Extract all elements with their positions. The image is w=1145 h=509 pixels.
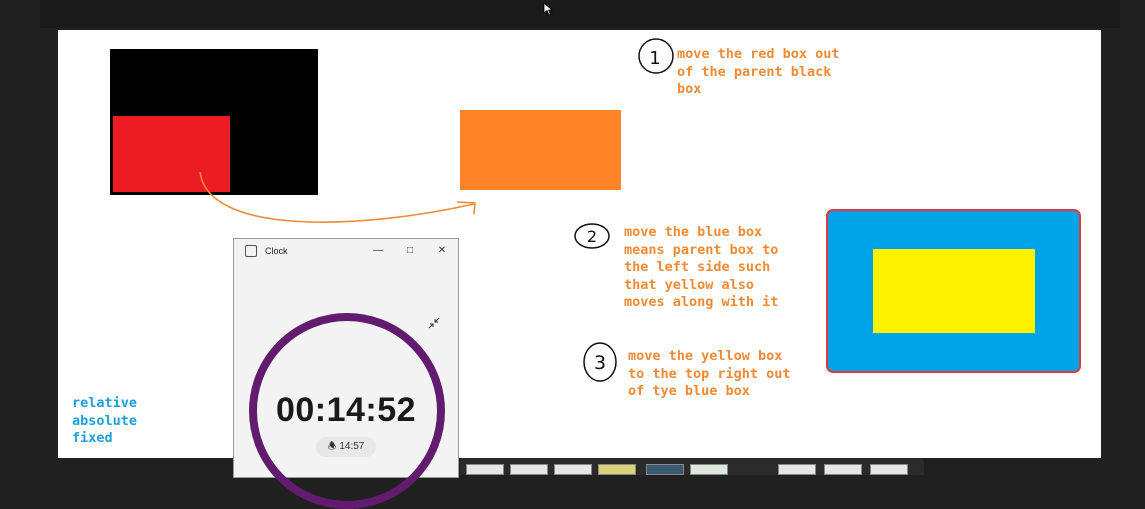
taskbar-thumbnails[interactable] <box>460 458 924 475</box>
taskbar-thumbnail[interactable] <box>598 464 636 475</box>
circle-1-number: 1 <box>649 48 660 69</box>
minimize-icon[interactable]: — <box>369 243 387 259</box>
concept-relative: relative <box>72 395 138 411</box>
clock-window[interactable]: Clock — □ ✕ 00:14:52 🕭 14:57 <box>233 238 459 509</box>
clock-titlebar[interactable]: Clock — □ ✕ <box>234 239 458 263</box>
bell-icon: 🕭 <box>327 441 337 452</box>
close-icon[interactable]: ✕ <box>433 243 451 259</box>
alarm-badge[interactable]: 🕭 14:57 <box>316 437 376 457</box>
stopwatch-time: 00:14:52 <box>275 391 417 429</box>
taskbar-thumbnail[interactable] <box>510 464 548 475</box>
note-1-text: move the red box out of the parent black… <box>677 46 840 97</box>
taskbar-thumbnail[interactable] <box>824 464 862 475</box>
annotations-layer: 1 2 3 <box>199 38 674 382</box>
concept-absolute: absolute <box>72 412 138 429</box>
move-arrow <box>199 171 475 223</box>
collapse-arrows-icon[interactable] <box>428 317 440 329</box>
circle-3-number: 3 <box>594 352 606 374</box>
window-top-strip <box>40 0 1120 28</box>
circle-2-number: 2 <box>587 227 597 246</box>
taskbar-thumbnail[interactable] <box>778 464 816 475</box>
note-3-text: move the yellow box to the top right out… <box>628 348 791 399</box>
note-2-text: move the blue box means parent box to th… <box>624 224 779 310</box>
mouse-cursor-icon <box>543 2 554 16</box>
taskbar-thumbnail[interactable] <box>690 464 728 475</box>
clock-app-icon <box>245 245 257 257</box>
taskbar-thumbnail[interactable] <box>646 464 684 475</box>
position-concepts-list: relative absolute fixed <box>72 395 137 448</box>
alarm-time: 14:57 <box>339 441 365 452</box>
taskbar-thumbnail[interactable] <box>466 464 504 475</box>
maximize-icon[interactable]: □ <box>401 243 419 259</box>
whiteboard-canvas[interactable]: 1 2 3 move the red box out of the parent… <box>58 30 1101 458</box>
taskbar-thumbnail[interactable] <box>870 464 908 475</box>
concept-fixed: fixed <box>72 430 113 446</box>
taskbar-thumbnail[interactable] <box>554 464 592 475</box>
clock-window-title: Clock <box>265 246 288 256</box>
